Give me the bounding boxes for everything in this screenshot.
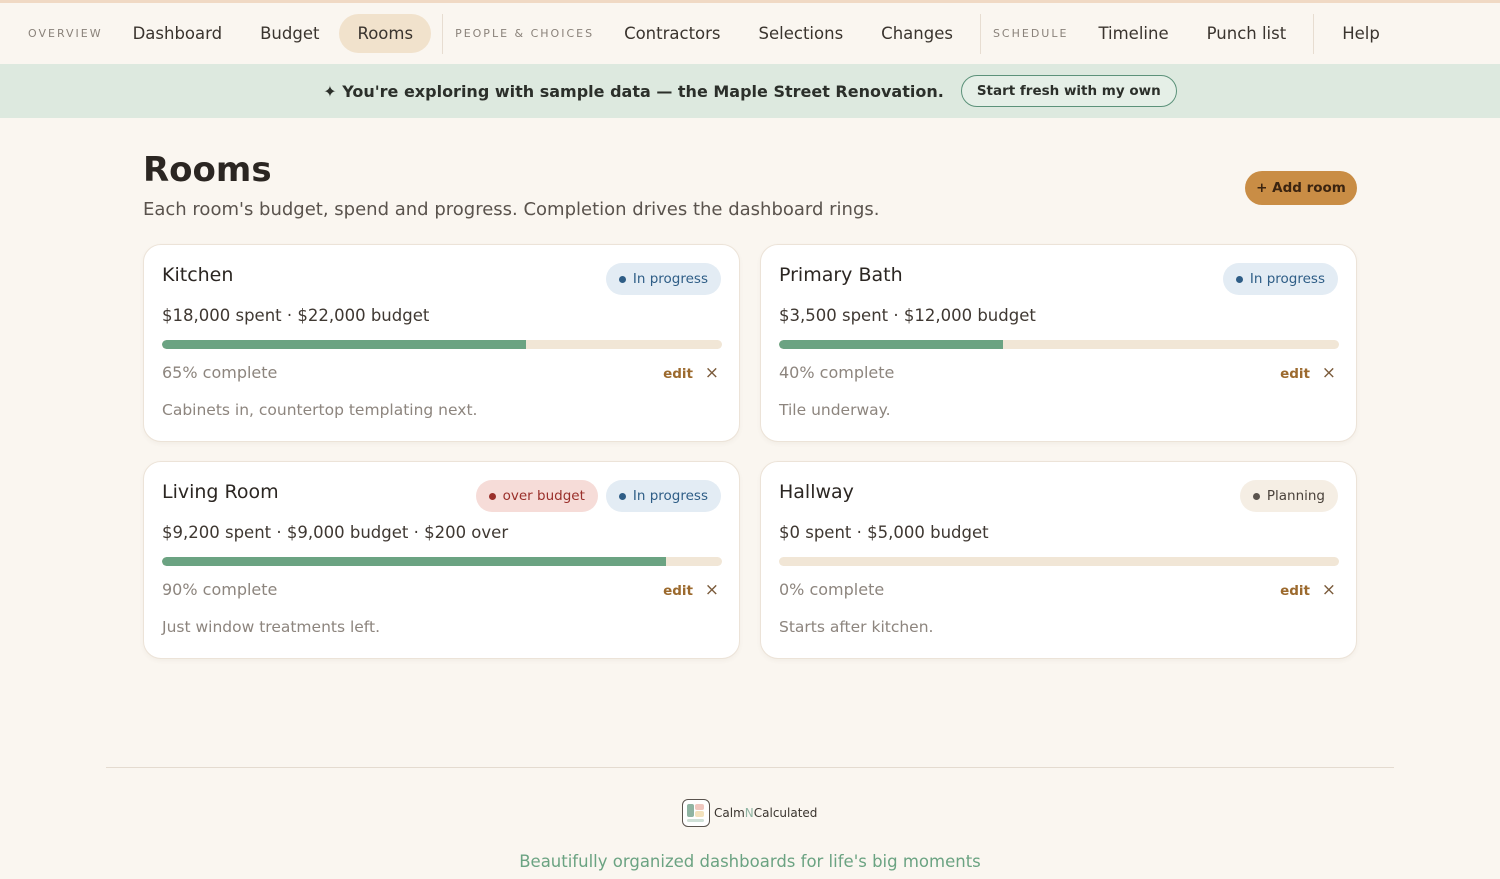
- edit-room-link[interactable]: edit: [663, 366, 693, 382]
- room-spend: $18,000 spent · $22,000 budget: [162, 306, 430, 325]
- logo-wordmark: CalmNCalculated: [714, 806, 818, 820]
- status-badges: over budget In progress: [475, 480, 721, 512]
- edit-room-link[interactable]: edit: [1280, 366, 1310, 382]
- footer-divider: [106, 767, 1394, 768]
- edit-room-link[interactable]: edit: [663, 583, 693, 599]
- room-spend: $9,200 spent · $9,000 budget · $200 over: [162, 523, 509, 542]
- nav-separator: [979, 13, 981, 54]
- add-room-button[interactable]: + Add room: [1245, 171, 1357, 205]
- status-badge-label: In progress: [632, 488, 708, 504]
- room-spend: $0 spent · $5,000 budget: [779, 523, 989, 542]
- nav-item-punch-list[interactable]: Punch list: [1189, 14, 1305, 53]
- start-fresh-button[interactable]: Start fresh with my own: [960, 75, 1177, 107]
- page-title: Rooms: [143, 150, 272, 190]
- main-nav: OVERVIEW Dashboard Budget Rooms PEOPLE &…: [0, 3, 1500, 64]
- nav-item-dashboard[interactable]: Dashboard: [115, 14, 241, 53]
- nav-item-selections[interactable]: Selections: [741, 14, 862, 53]
- status-badge: In progress: [605, 480, 721, 512]
- nav-item-rooms[interactable]: Rooms: [339, 14, 432, 53]
- progress-bar: [779, 557, 1339, 566]
- room-spend: $3,500 spent · $12,000 budget: [779, 306, 1036, 325]
- nav-item-budget[interactable]: Budget: [242, 14, 337, 53]
- close-icon[interactable]: ×: [705, 363, 719, 383]
- progress-fill: [162, 340, 526, 349]
- room-complete: 0% complete: [779, 580, 885, 599]
- close-icon[interactable]: ×: [705, 580, 719, 600]
- room-complete: 90% complete: [162, 580, 278, 599]
- nav-group-label-overview: OVERVIEW: [28, 27, 103, 40]
- status-dot-icon: [1252, 492, 1260, 500]
- nav-separator: [442, 13, 444, 54]
- room-card-hallway: Hallway Planning $0 spent · $5,000 budge…: [760, 461, 1357, 659]
- status-badge: Planning: [1239, 480, 1338, 512]
- close-icon[interactable]: ×: [1322, 580, 1336, 600]
- status-badge-label: over budget: [502, 488, 585, 504]
- status-dot-icon: [618, 275, 626, 283]
- status-badges: Planning: [1239, 480, 1338, 512]
- nav-item-contractors[interactable]: Contractors: [606, 14, 738, 53]
- room-note: Just window treatments left.: [162, 618, 380, 636]
- nav-group-label-schedule: SCHEDULE: [992, 27, 1069, 40]
- room-name: Kitchen: [162, 264, 234, 286]
- over-budget-badge: over budget: [475, 480, 598, 512]
- progress-fill: [779, 340, 1003, 349]
- room-card-living-room: Living Room over budget In progress $9,2…: [143, 461, 740, 659]
- status-badge: In progress: [605, 263, 721, 295]
- footer-tagline: Beautifully organized dashboards for lif…: [519, 852, 981, 871]
- logo-icon: [682, 799, 710, 827]
- nav-group-label-people: PEOPLE & CHOICES: [455, 27, 595, 40]
- room-name: Primary Bath: [779, 264, 903, 286]
- status-badges: In progress: [1222, 263, 1338, 295]
- status-dot-icon: [1235, 275, 1243, 283]
- status-badge-label: Planning: [1266, 488, 1325, 504]
- nav-item-timeline[interactable]: Timeline: [1080, 14, 1186, 53]
- banner-message: ✦ You're exploring with sample data — th…: [323, 81, 944, 101]
- edit-room-link[interactable]: edit: [1280, 583, 1310, 599]
- room-note: Tile underway.: [779, 401, 891, 419]
- nav-item-help[interactable]: Help: [1324, 14, 1398, 53]
- sample-data-banner: ✦ You're exploring with sample data — th…: [0, 64, 1500, 118]
- room-note: Cabinets in, countertop templating next.: [162, 401, 478, 419]
- room-card-primary-bath: Primary Bath In progress $3,500 spent · …: [760, 244, 1357, 442]
- room-card-kitchen: Kitchen In progress $18,000 spent · $22,…: [143, 244, 740, 442]
- progress-bar: [162, 340, 722, 349]
- status-dot-icon: [618, 492, 626, 500]
- progress-bar: [779, 340, 1339, 349]
- page-subtitle: Each room's budget, spend and progress. …: [143, 199, 880, 220]
- status-badges: In progress: [605, 263, 721, 295]
- status-badge: In progress: [1222, 263, 1338, 295]
- brand-logo[interactable]: CalmNCalculated: [682, 799, 817, 827]
- room-complete: 65% complete: [162, 363, 278, 382]
- close-icon[interactable]: ×: [1322, 363, 1336, 383]
- room-note: Starts after kitchen.: [779, 618, 934, 636]
- room-name: Hallway: [779, 481, 854, 503]
- room-complete: 40% complete: [779, 363, 895, 382]
- progress-fill: [162, 557, 666, 566]
- status-dot-icon: [488, 492, 496, 500]
- status-badge-label: In progress: [632, 271, 708, 287]
- status-badge-label: In progress: [1249, 271, 1325, 287]
- room-name: Living Room: [162, 481, 279, 503]
- nav-item-changes[interactable]: Changes: [863, 14, 971, 53]
- nav-separator: [1313, 13, 1315, 54]
- progress-bar: [162, 557, 722, 566]
